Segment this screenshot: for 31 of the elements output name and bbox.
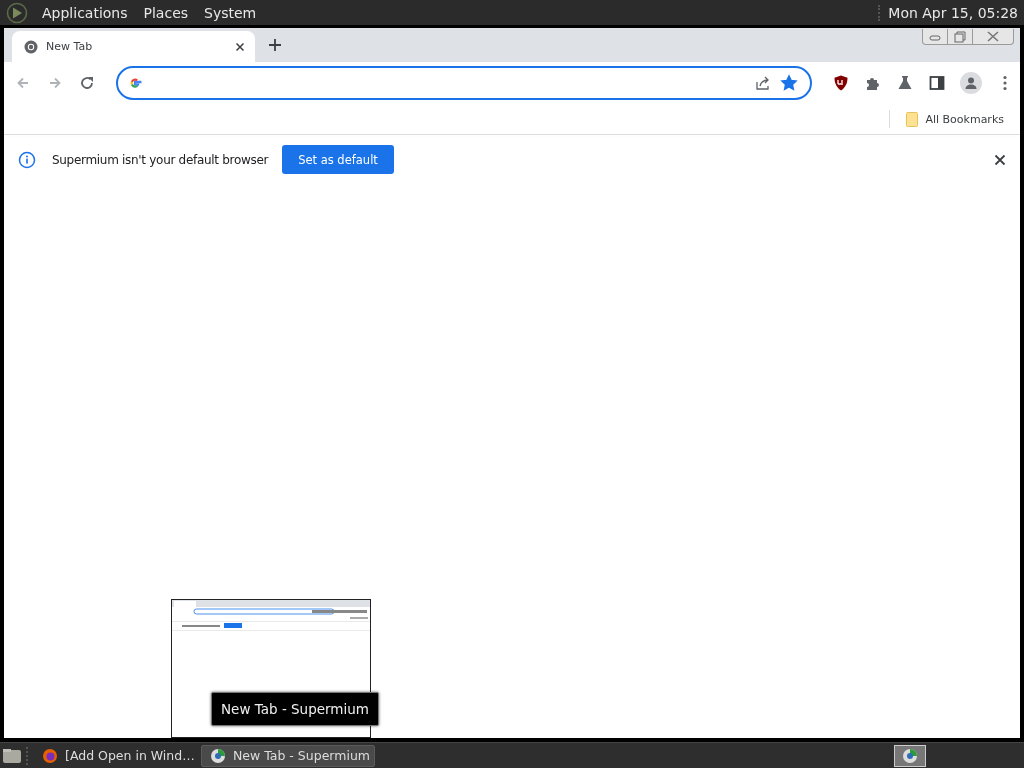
tooltip: New Tab - Supermium: [211, 692, 379, 726]
bookmark-folder[interactable]: All Bookmarks: [906, 111, 1004, 127]
menu-logo-icon[interactable]: [6, 1, 28, 24]
close-tab-icon[interactable]: [235, 41, 245, 52]
browser-logo-icon: [24, 39, 38, 54]
sidebar-icon[interactable]: [928, 74, 946, 92]
panel-menu[interactable]: Applications: [40, 4, 130, 21]
folder-icon: [906, 111, 919, 127]
tray-app-icon[interactable]: [894, 744, 926, 767]
new-tab-icon[interactable]: [268, 38, 282, 52]
shield-icon[interactable]: [832, 74, 850, 92]
share-icon[interactable]: [754, 74, 772, 92]
fox-globe-icon: [42, 747, 58, 764]
address-bar[interactable]: [116, 66, 812, 100]
browser-tab[interactable]: New Tab: [12, 31, 255, 62]
panel-clock[interactable]: Mon Apr 15, 05:28: [878, 4, 1018, 21]
taskbar-button[interactable]: New Tab - Supermium: [201, 744, 375, 767]
show-desktop-icon[interactable]: [2, 746, 22, 765]
taskbar-button[interactable]: [Add Open in Wind…: [34, 744, 201, 767]
info-icon: [18, 150, 36, 169]
star-icon[interactable]: [780, 74, 798, 92]
reload-icon[interactable]: [78, 74, 96, 92]
profile-icon[interactable]: [960, 72, 982, 94]
close-icon[interactable]: [994, 153, 1006, 166]
google-icon: [128, 76, 142, 90]
panel-menu[interactable]: Places: [141, 4, 191, 21]
infobar-message: Supermium isn't your default browser: [52, 152, 269, 167]
set-default-button[interactable]: Set as default: [282, 145, 394, 174]
panel-menu[interactable]: System: [202, 4, 259, 21]
flask-icon[interactable]: [896, 74, 914, 92]
browser-logo-icon: [210, 747, 226, 764]
